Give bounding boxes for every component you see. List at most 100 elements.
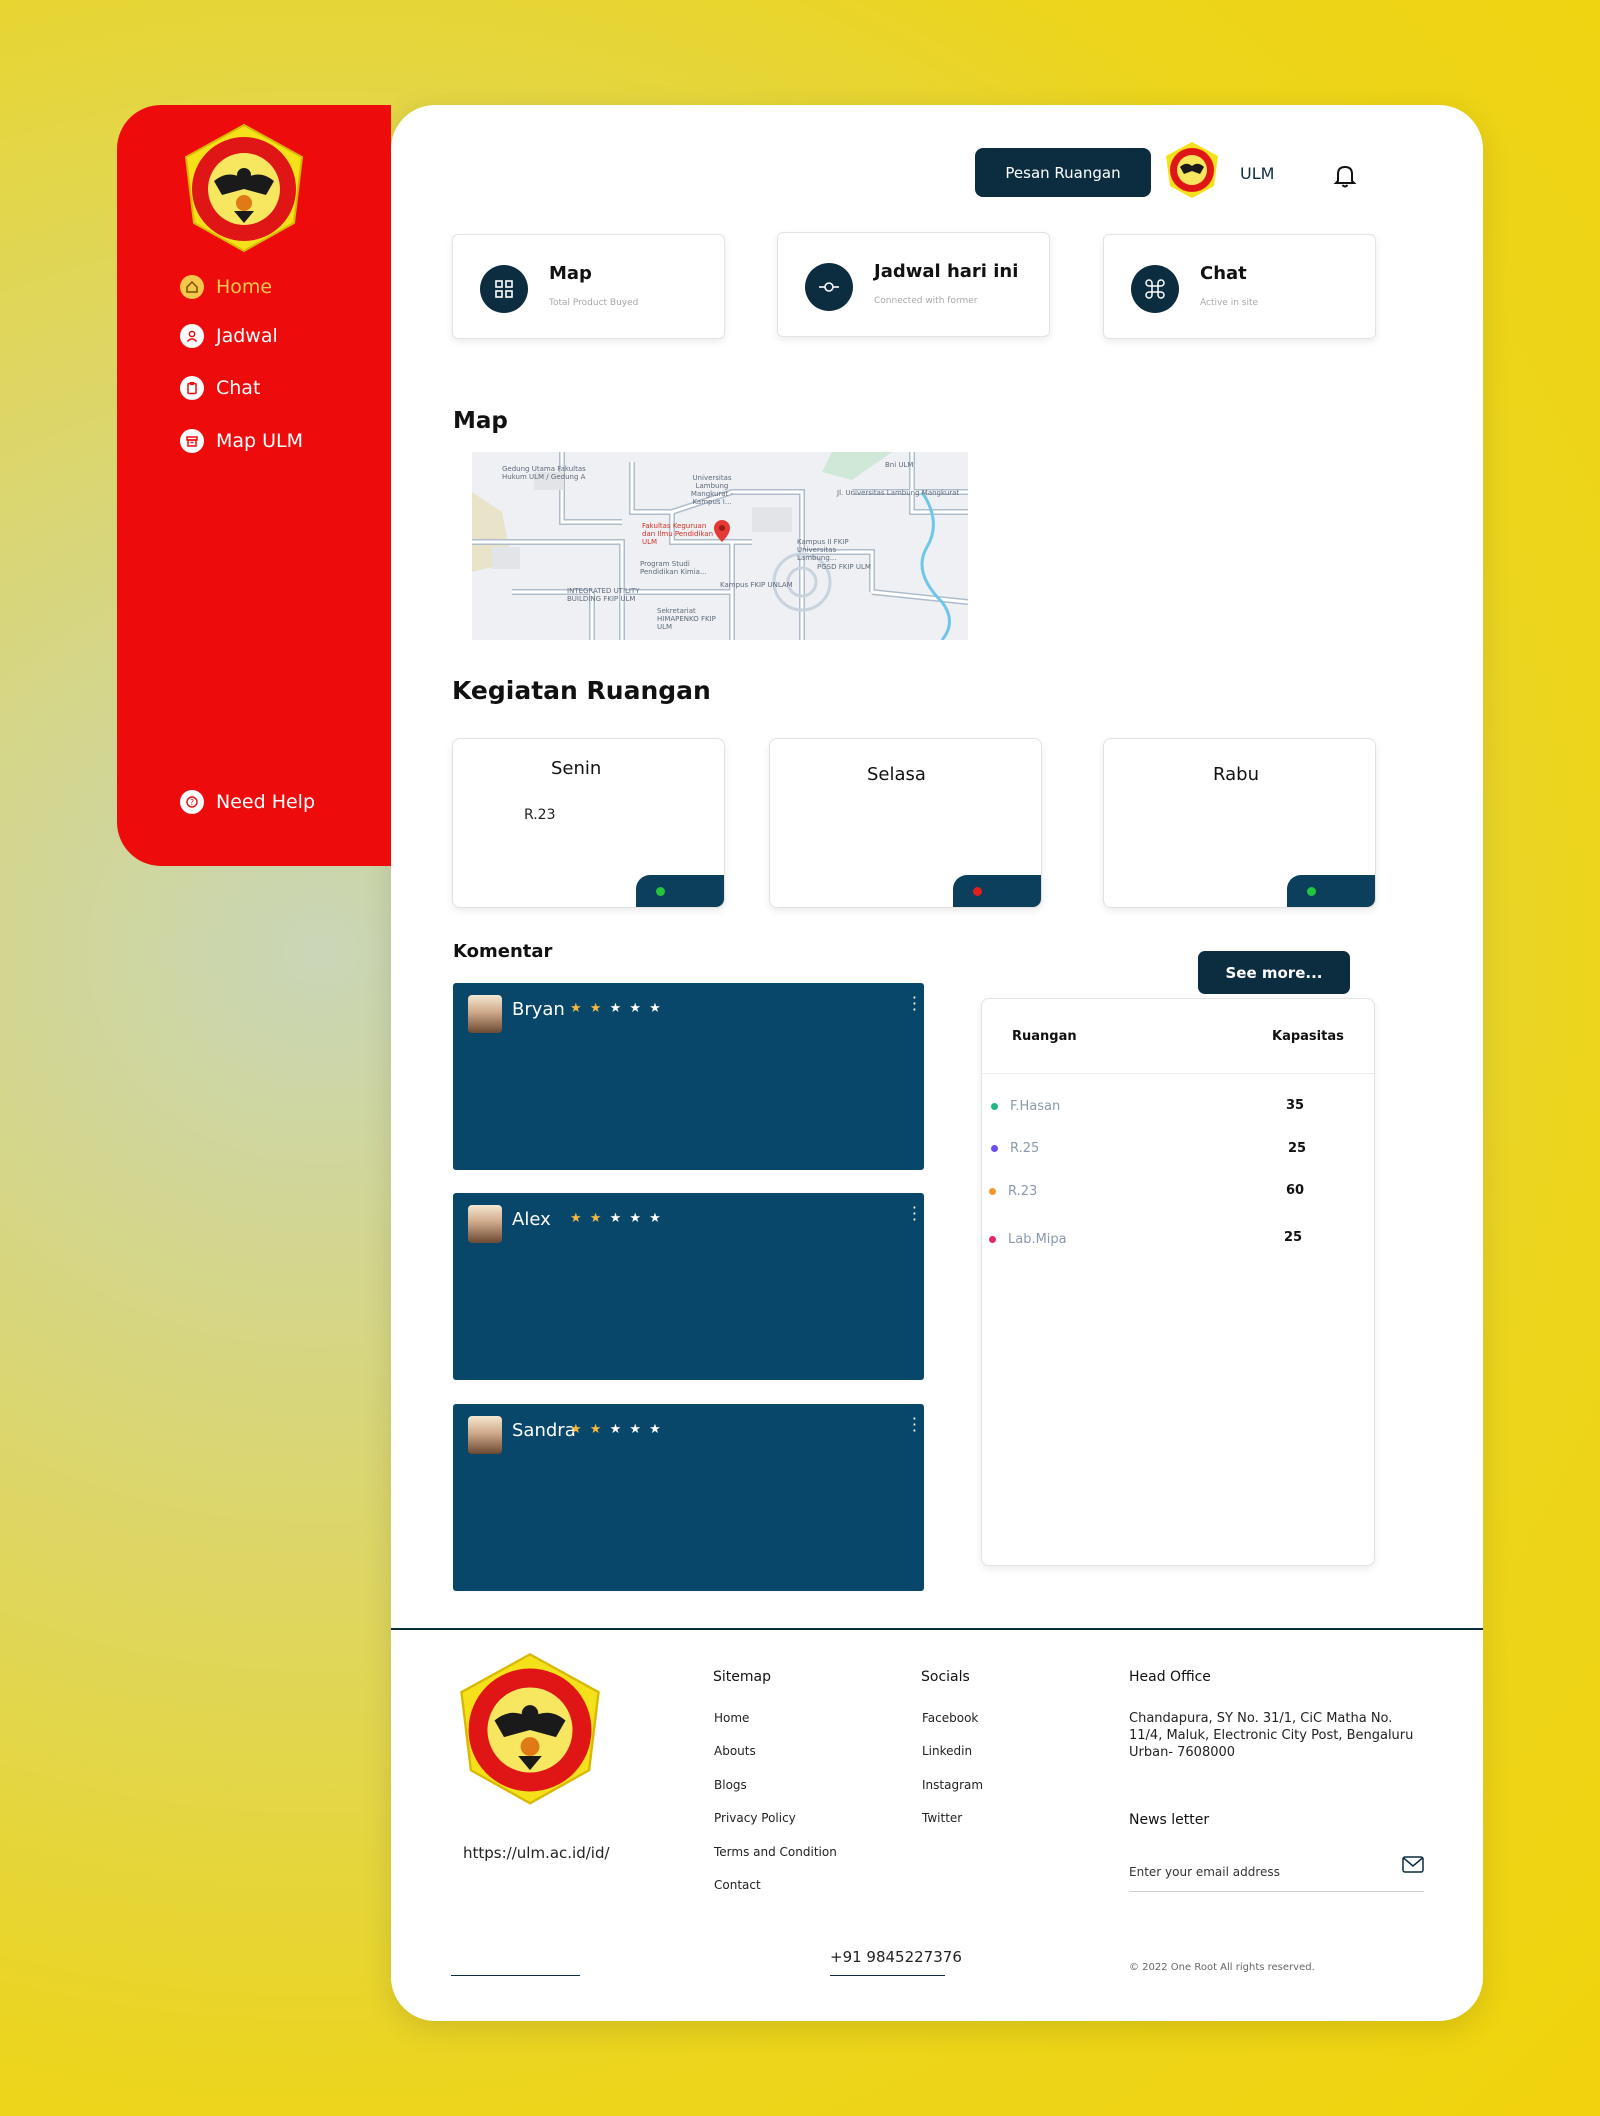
comment-author: Sandra — [512, 1420, 576, 1441]
room-color-dot — [989, 1236, 996, 1243]
comment-card: Bryan ★ ★ ★ ★ ★ · · · — [453, 983, 924, 1170]
map-label: Kampus FKIP UNLAM — [720, 581, 793, 589]
footer-underline — [830, 1975, 945, 1976]
column-header-capacity: Kapasitas — [1272, 1029, 1344, 1044]
footer-link-twitter[interactable]: Twitter — [922, 1811, 962, 1825]
stat-title: Jadwal hari ini — [874, 261, 1019, 282]
home-icon — [180, 275, 204, 299]
map-label: Fakultas Keguruan dan Ilmu Pendidikan UL… — [642, 522, 714, 546]
day-name: Selasa — [867, 764, 926, 785]
sidebar-item-chat[interactable]: Chat — [180, 376, 260, 400]
stat-subtitle: Connected with former — [874, 296, 978, 306]
footer-link-contact[interactable]: Contact — [714, 1878, 761, 1892]
room-name: R.25 — [1010, 1141, 1040, 1156]
divider — [982, 1073, 1374, 1074]
comment-author: Bryan — [512, 999, 565, 1020]
command-icon — [1131, 265, 1179, 313]
copyright-text: © 2022 One Root All rights reserved. — [1129, 1962, 1315, 1973]
sidebar-item-jadwal[interactable]: Jadwal — [180, 324, 278, 348]
archive-icon — [180, 429, 204, 453]
map-label: Bni ULM — [885, 461, 914, 469]
stat-subtitle: Active in site — [1200, 298, 1259, 308]
map-label: Universitas Lambung Mangkurat - Kampus I… — [690, 474, 734, 506]
see-more-button[interactable]: See more... — [1198, 951, 1350, 994]
status-pill — [1287, 875, 1375, 907]
day-card-rabu[interactable]: Rabu — [1103, 738, 1376, 908]
sidebar-item-map-ulm[interactable]: Map ULM — [180, 429, 303, 453]
help-icon: ? — [180, 790, 204, 814]
more-vertical-icon[interactable]: · · · — [912, 990, 917, 1018]
campus-map[interactable]: Gedung Utama Fakultas Hukum ULM / Gedung… — [472, 452, 968, 640]
footer-link-linkedin[interactable]: Linkedin — [922, 1744, 972, 1758]
user-name: ULM — [1240, 164, 1275, 183]
map-label: Jl. Universitas Lambung Mangkurat — [837, 489, 960, 497]
footer-divider — [391, 1628, 1483, 1630]
mail-icon[interactable] — [1402, 1856, 1424, 1873]
socials-title: Socials — [921, 1669, 970, 1685]
stat-title: Map — [549, 263, 592, 284]
avatar — [468, 995, 502, 1033]
footer-phone: +91 9845227376 — [830, 1948, 962, 1966]
room-color-dot — [991, 1145, 998, 1152]
room-name: Lab.Mipa — [1008, 1232, 1067, 1247]
day-name: Senin — [551, 758, 602, 779]
rating-stars: ★ ★ ★ ★ ★ — [570, 1001, 663, 1016]
sidebar-item-label: Chat — [216, 377, 261, 399]
rooms-table: Ruangan Kapasitas F.Hasan 35 R.25 25 R.2… — [981, 998, 1375, 1566]
room-capacity: 35 — [1286, 1098, 1305, 1113]
sidebar-item-home[interactable]: Home — [180, 275, 272, 299]
svg-text:?: ? — [190, 798, 194, 807]
footer-link-privacy[interactable]: Privacy Policy — [714, 1811, 796, 1825]
comment-card: Alex ★ ★ ★ ★ ★ · · · — [453, 1193, 924, 1380]
map-label: Gedung Utama Fakultas Hukum ULM / Gedung… — [502, 465, 586, 481]
user-icon — [180, 324, 204, 348]
room-color-dot — [989, 1188, 996, 1195]
commit-icon — [805, 263, 853, 311]
stat-subtitle: Total Product Buyed — [549, 298, 639, 308]
footer-link-terms[interactable]: Terms and Condition — [714, 1845, 837, 1859]
stat-card-jadwal[interactable]: Jadwal hari ini Connected with former — [777, 232, 1050, 337]
office-address: Chandapura, SY No. 31/1, CiC Matha No. 1… — [1129, 1711, 1414, 1760]
footer-link-home[interactable]: Home — [714, 1711, 749, 1725]
day-card-senin[interactable]: Senin R.23 — [452, 738, 725, 908]
room-capacity: 60 — [1286, 1183, 1305, 1198]
head-office-title: Head Office — [1129, 1669, 1211, 1685]
footer-link-blogs[interactable]: Blogs — [714, 1778, 747, 1792]
footer-url-link[interactable]: https://ulm.ac.id/id/ — [463, 1844, 610, 1862]
newsletter-title: News letter — [1129, 1812, 1210, 1828]
comments-title: Komentar — [453, 941, 553, 962]
user-avatar[interactable] — [1162, 140, 1222, 200]
footer-link-abouts[interactable]: Abouts — [714, 1744, 756, 1758]
day-card-selasa[interactable]: Selasa — [769, 738, 1042, 908]
book-room-button[interactable]: Pesan Ruangan — [975, 148, 1151, 197]
comment-card: Sandra ★ ★ ★ ★ ★ · · · — [453, 1404, 924, 1591]
footer-university-logo — [460, 1653, 600, 1805]
map-label: Program Studi Pendidikan Kimia... — [640, 560, 707, 576]
sidebar-item-label: Jadwal — [216, 325, 278, 347]
avatar — [468, 1205, 502, 1243]
clipboard-icon — [180, 376, 204, 400]
stat-title: Chat — [1200, 263, 1247, 284]
status-dot — [1307, 887, 1316, 896]
activities-title: Kegiatan Ruangan — [452, 676, 711, 705]
day-room: R.23 — [524, 807, 556, 823]
sidebar-item-label: Home — [216, 276, 273, 298]
status-pill — [636, 875, 724, 907]
map-section-title: Map — [453, 408, 508, 434]
footer-link-instagram[interactable]: Instagram — [922, 1778, 983, 1792]
stat-card-chat[interactable]: Chat Active in site — [1103, 234, 1376, 339]
status-pill — [953, 875, 1041, 907]
bell-icon[interactable] — [1333, 163, 1357, 189]
university-logo — [184, 123, 304, 253]
grid-icon — [480, 265, 528, 313]
newsletter-email-input[interactable] — [1129, 1852, 1424, 1892]
footer-link-facebook[interactable]: Facebook — [922, 1711, 978, 1725]
more-vertical-icon[interactable]: · · · — [912, 1411, 917, 1439]
room-capacity: 25 — [1288, 1141, 1307, 1156]
need-help-link[interactable]: ? Need Help — [180, 790, 315, 814]
avatar — [468, 1416, 502, 1454]
more-vertical-icon[interactable]: · · · — [912, 1200, 917, 1228]
sidebar-item-label: Map ULM — [216, 430, 304, 452]
rating-stars: ★ ★ ★ ★ ★ — [570, 1211, 663, 1226]
stat-card-map[interactable]: Map Total Product Buyed — [452, 234, 725, 339]
